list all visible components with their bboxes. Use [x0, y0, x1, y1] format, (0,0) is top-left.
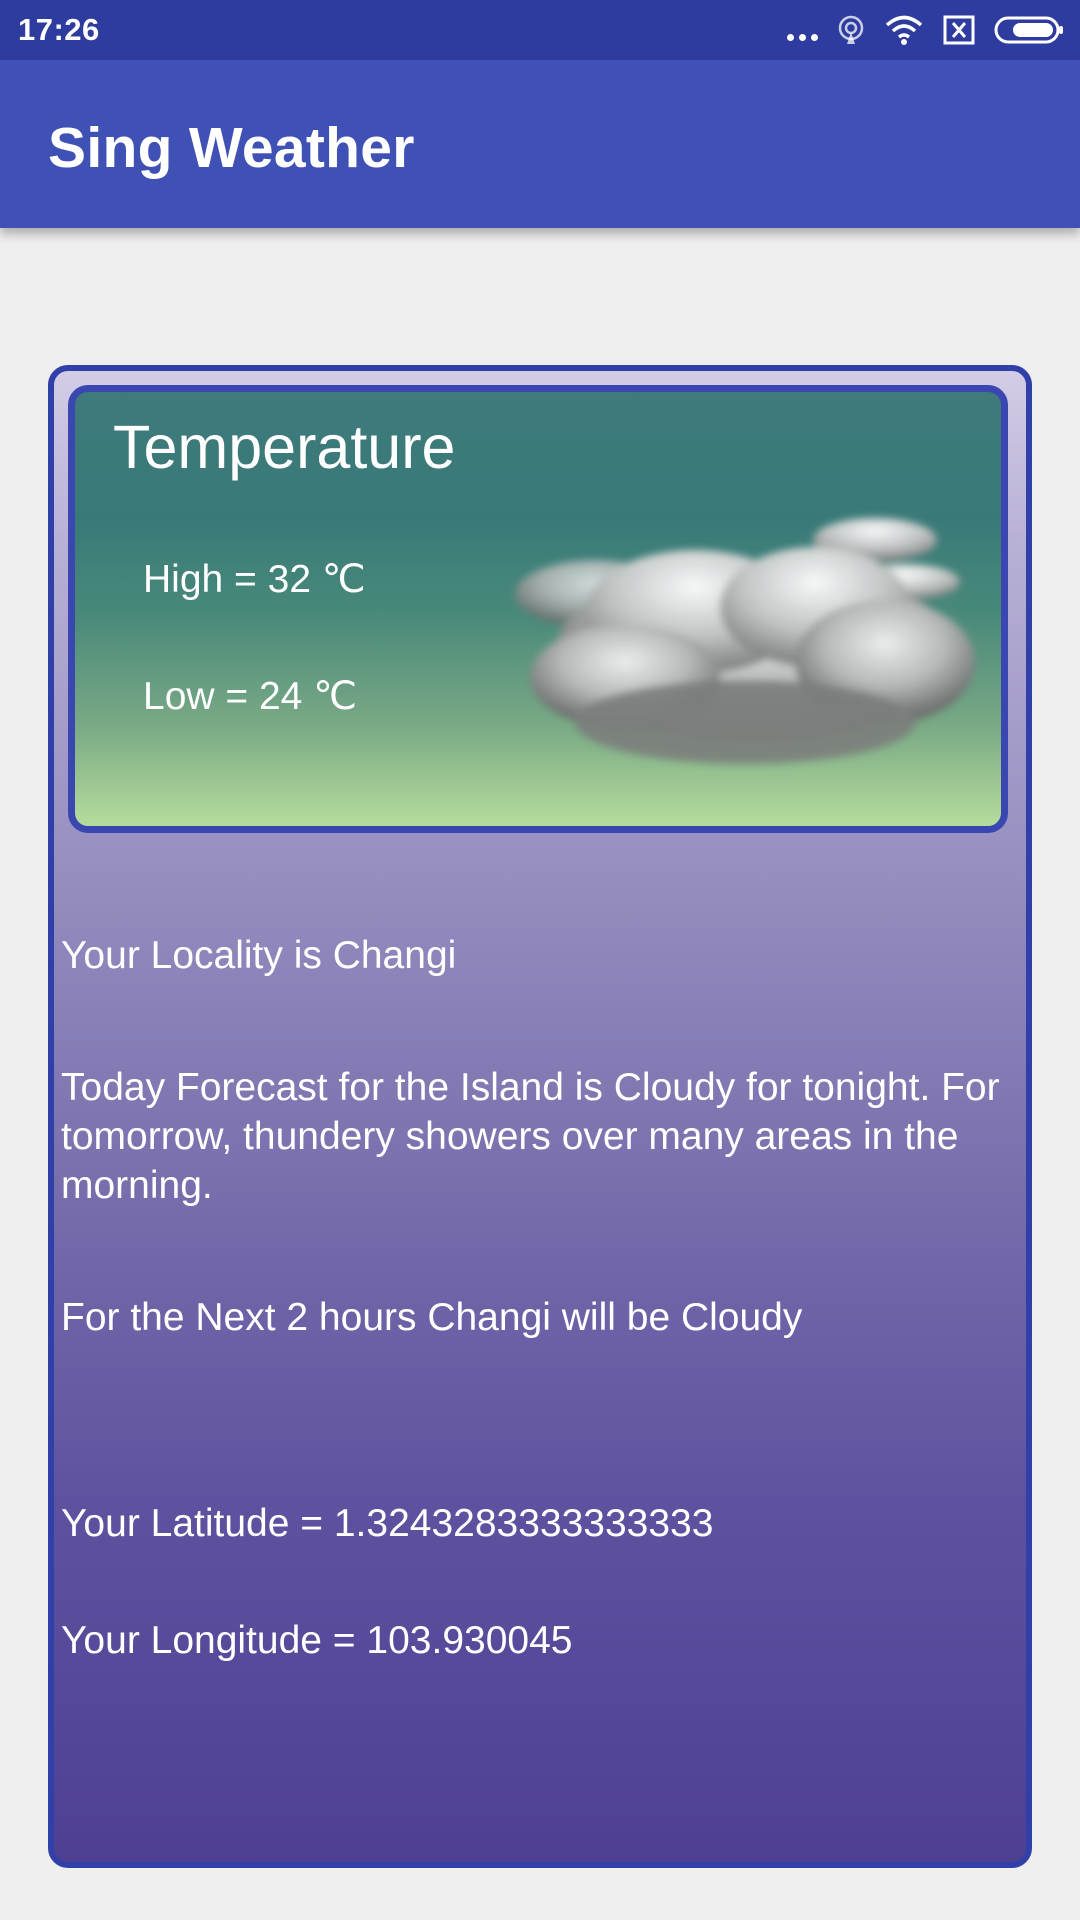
more-dots-icon [787, 33, 818, 41]
status-time: 17:26 [18, 12, 100, 47]
app-title: Sing Weather [48, 116, 415, 180]
wifi-icon [885, 15, 923, 45]
temperature-high: High = 32 ℃ [143, 558, 366, 601]
longitude-text: Your Longitude = 103.930045 [61, 1619, 573, 1662]
next-hours-text: For the Next 2 hours Changi will be Clou… [61, 1296, 803, 1339]
locality-text: Your Locality is Changi [61, 934, 457, 977]
app-bar: Sing Weather [0, 60, 1080, 228]
hotspot-icon [838, 15, 864, 44]
status-icons [787, 13, 1066, 47]
latitude-text: Your Latitude = 1.3243283333333333 [61, 1502, 714, 1545]
weather-card: Temperature High = 32 ℃ Low = 24 ℃ Your … [48, 365, 1032, 1868]
forecast-text: Today Forecast for the Island is Cloudy … [61, 1066, 1000, 1207]
temperature-card: Temperature High = 32 ℃ Low = 24 ℃ [68, 385, 1008, 833]
status-bar: 17:26 [0, 0, 1080, 60]
cloud-icon [515, 518, 975, 764]
temperature-heading: Temperature [113, 413, 456, 481]
sim-card-x-icon [943, 15, 975, 45]
battery-icon [994, 16, 1063, 44]
temperature-low: Low = 24 ℃ [143, 675, 358, 718]
